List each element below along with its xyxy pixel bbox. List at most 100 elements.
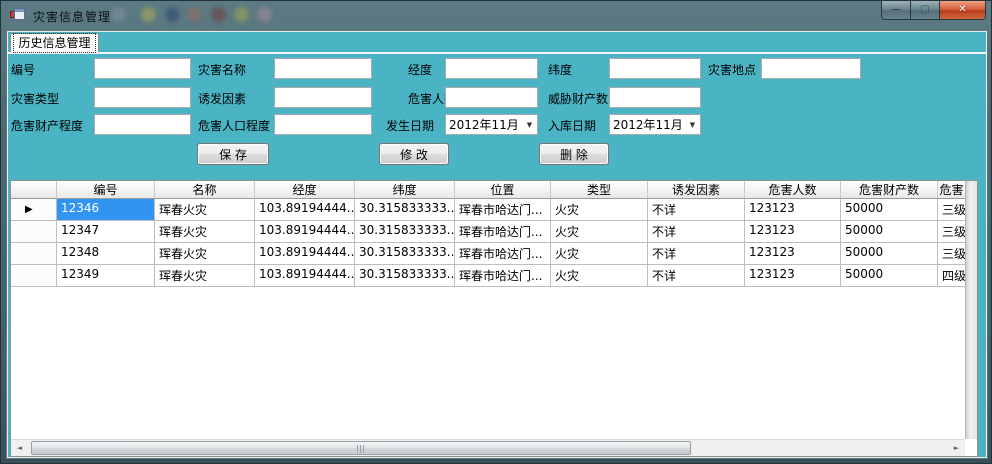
label-disaster-type: 灾害类型: [11, 90, 59, 107]
cell-number[interactable]: 12348: [57, 243, 155, 265]
longitude-input[interactable]: [445, 58, 538, 79]
cell-factor[interactable]: 不详: [648, 243, 745, 265]
cell-factor[interactable]: 不详: [648, 199, 745, 221]
column-header-name[interactable]: 名称: [155, 181, 255, 199]
row-selector[interactable]: [11, 221, 57, 243]
cell-property[interactable]: 50000: [841, 265, 938, 287]
minimize-button[interactable]: —: [881, 1, 911, 20]
affected-people-input[interactable]: [445, 87, 538, 108]
label-occurrence-date: 发生日期: [386, 117, 434, 134]
cell-type[interactable]: 火灾: [551, 243, 648, 265]
app-icon: [10, 8, 26, 24]
cell-number[interactable]: 12349: [57, 265, 155, 287]
label-disaster-location: 灾害地点: [708, 61, 756, 78]
column-header-damage-level[interactable]: 危害: [938, 181, 965, 199]
cell-latitude[interactable]: 30.315833333...: [355, 243, 455, 265]
row-selector[interactable]: [11, 243, 57, 265]
cell-people[interactable]: 123123: [745, 199, 841, 221]
column-header-inducing-factor[interactable]: 诱发因素: [648, 181, 745, 199]
table-row[interactable]: 12349 珲春火灾 103.89194444... 30.315833333.…: [11, 265, 965, 287]
cell-people[interactable]: 123123: [745, 265, 841, 287]
disaster-location-input[interactable]: [761, 58, 861, 79]
close-button[interactable]: ✕: [940, 1, 986, 20]
scroll-right-button[interactable]: ►: [948, 440, 965, 456]
maximize-button[interactable]: ▢: [911, 1, 940, 20]
close-icon: ✕: [958, 5, 966, 15]
cell-level[interactable]: 三级: [938, 199, 965, 221]
horizontal-scrollbar[interactable]: ◄ ►: [11, 439, 965, 456]
inducing-factor-input[interactable]: [274, 87, 372, 108]
tab-history-info[interactable]: 历史信息管理: [10, 33, 99, 52]
cell-number[interactable]: 12346: [57, 199, 155, 221]
scrollbar-track[interactable]: [28, 440, 948, 456]
cell-type[interactable]: 火灾: [551, 265, 648, 287]
storage-date-value: 2012年11月 2日: [610, 116, 685, 133]
column-header-longitude[interactable]: 经度: [255, 181, 355, 199]
save-button[interactable]: 保 存: [197, 143, 269, 165]
cell-latitude[interactable]: 30.315833333...: [355, 265, 455, 287]
threatened-property-input[interactable]: [609, 87, 701, 108]
cell-type[interactable]: 火灾: [551, 199, 648, 221]
cell-factor[interactable]: 不详: [648, 265, 745, 287]
modify-button[interactable]: 修 改: [379, 143, 449, 165]
titlebar[interactable]: 灾害信息管理 — ▢ ✕: [1, 1, 991, 31]
row-selector-icon: ▶: [25, 205, 33, 215]
row-selector[interactable]: [11, 265, 57, 287]
column-header-number[interactable]: 编号: [57, 181, 155, 199]
table-row[interactable]: ▶ 12346 珲春火灾 103.89194444... 30.31583333…: [11, 199, 965, 221]
cell-people[interactable]: 123123: [745, 243, 841, 265]
cell-longitude[interactable]: 103.89194444...: [255, 221, 355, 243]
cell-level[interactable]: 四级: [938, 265, 965, 287]
cell-location[interactable]: 珲春市哈达门...: [455, 221, 551, 243]
cell-number[interactable]: 12347: [57, 221, 155, 243]
cell-longitude[interactable]: 103.89194444...: [255, 199, 355, 221]
cell-property[interactable]: 50000: [841, 199, 938, 221]
cell-level[interactable]: 三级: [938, 243, 965, 265]
cell-location[interactable]: 珲春市哈达门...: [455, 199, 551, 221]
column-header-affected-people[interactable]: 危害人数: [745, 181, 841, 199]
app-window: 灾害信息管理 — ▢ ✕ 历史信息管理 编号 灾害名称 经度 纬度 灾害地点 灾…: [0, 0, 992, 464]
column-header-latitude[interactable]: 纬度: [355, 181, 455, 199]
cell-location[interactable]: 珲春市哈达门...: [455, 265, 551, 287]
disaster-name-input[interactable]: [274, 58, 372, 79]
label-property-damage-degree: 危害财产程度: [11, 117, 83, 134]
label-storage-date: 入库日期: [548, 117, 596, 134]
occurrence-date-dropdown[interactable]: 2012年11月 2日 ▼: [445, 114, 538, 135]
column-header-property-damage[interactable]: 危害财产数: [841, 181, 938, 199]
column-header-type[interactable]: 类型: [551, 181, 648, 199]
cell-property[interactable]: 50000: [841, 243, 938, 265]
table-row[interactable]: 12347 珲春火灾 103.89194444... 30.315833333.…: [11, 221, 965, 243]
scroll-left-icon: ◄: [17, 444, 22, 452]
population-damage-degree-input[interactable]: [274, 114, 372, 135]
column-header-location[interactable]: 位置: [455, 181, 551, 199]
storage-date-dropdown[interactable]: 2012年11月 2日 ▼: [609, 114, 701, 135]
disaster-type-input[interactable]: [94, 87, 191, 108]
property-damage-degree-input[interactable]: [94, 114, 191, 135]
scroll-left-button[interactable]: ◄: [11, 440, 28, 456]
cell-longitude[interactable]: 103.89194444...: [255, 265, 355, 287]
grid-header-row: 编号 名称 经度 纬度 位置 类型 诱发因素 危害人数 危害财产数 危害: [11, 181, 965, 199]
vertical-scrollbar[interactable]: [965, 181, 977, 439]
cell-name[interactable]: 珲春火灾: [155, 265, 255, 287]
number-input[interactable]: [94, 58, 191, 79]
table-row[interactable]: 12348 珲春火灾 103.89194444... 30.315833333.…: [11, 243, 965, 265]
row-selector[interactable]: ▶: [11, 199, 57, 221]
cell-level[interactable]: 三级: [938, 221, 965, 243]
latitude-input[interactable]: [609, 58, 701, 79]
glass-reflection: [211, 7, 226, 22]
cell-location[interactable]: 珲春市哈达门...: [455, 243, 551, 265]
cell-name[interactable]: 珲春火灾: [155, 243, 255, 265]
cell-name[interactable]: 珲春火灾: [155, 199, 255, 221]
scrollbar-thumb[interactable]: [31, 441, 691, 455]
cell-longitude[interactable]: 103.89194444...: [255, 243, 355, 265]
cell-latitude[interactable]: 30.315833333...: [355, 221, 455, 243]
chevron-down-icon[interactable]: ▼: [522, 121, 537, 129]
cell-property[interactable]: 50000: [841, 221, 938, 243]
chevron-down-icon[interactable]: ▼: [685, 121, 700, 129]
cell-type[interactable]: 火灾: [551, 221, 648, 243]
cell-latitude[interactable]: 30.315833333...: [355, 199, 455, 221]
cell-name[interactable]: 珲春火灾: [155, 221, 255, 243]
cell-factor[interactable]: 不详: [648, 221, 745, 243]
cell-people[interactable]: 123123: [745, 221, 841, 243]
delete-button[interactable]: 删 除: [539, 143, 609, 165]
